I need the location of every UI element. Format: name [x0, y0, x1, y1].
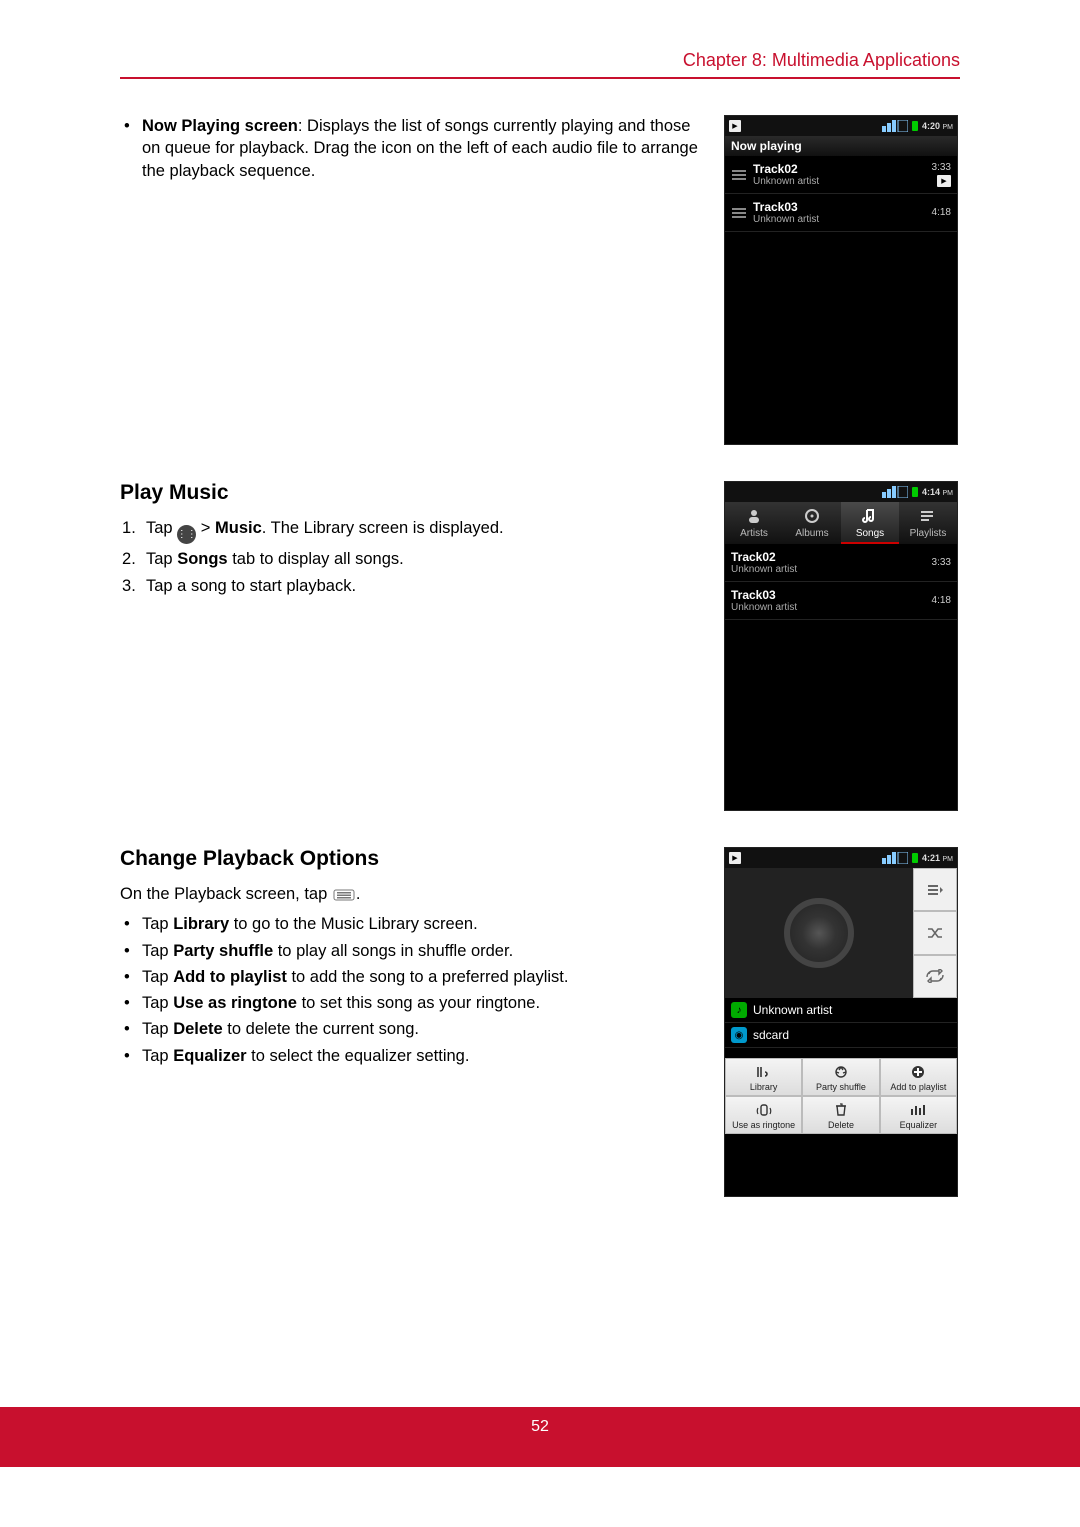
step: Tap ⋮⋮ > Music. The Library screen is di…	[146, 517, 698, 544]
library-icon	[753, 1063, 775, 1081]
track-duration: 4:18	[932, 595, 951, 606]
screenshot-now-playing: ▶ 4:20 PM Now playing Track02 Unknown ar…	[724, 115, 958, 445]
track-row[interactable]: Track02 Unknown artist 3:33 ▶	[725, 156, 957, 194]
clock-time: 4:21 PM	[922, 853, 953, 863]
track-title: Track03	[731, 588, 926, 602]
drag-handle-icon[interactable]	[731, 170, 747, 180]
heading-play-music: Play Music	[120, 481, 698, 505]
menu-library[interactable]: Library	[725, 1058, 802, 1096]
menu-add-playlist[interactable]: Add to playlist	[880, 1058, 957, 1096]
track-duration: 3:33	[932, 162, 951, 173]
step: Tap a song to start playback.	[146, 575, 698, 597]
option-bullet: Tap Add to playlist to add the song to a…	[142, 966, 698, 988]
screenshot-library: 4:14 PM Artists Albums Songs	[724, 481, 958, 811]
signal-icon	[882, 852, 908, 864]
option-bullet: Tap Library to go to the Music Library s…	[142, 913, 698, 935]
menu-icon	[332, 888, 356, 902]
heading-change-playback: Change Playback Options	[120, 847, 698, 871]
chapter-header: Chapter 8: Multimedia Applications	[120, 50, 960, 79]
track-duration: 4:18	[932, 207, 951, 218]
page-number: 52	[531, 1418, 549, 1435]
equalizer-icon	[907, 1101, 929, 1119]
screenshot-playback: ▶ 4:21 PM ♪ Unkn	[724, 847, 958, 1197]
option-bullet: Tap Equalizer to select the equalizer se…	[142, 1045, 698, 1067]
repeat-button[interactable]	[913, 955, 957, 998]
now-playing-bullet: Now Playing screen: Displays the list of…	[142, 115, 698, 182]
clock-time: 4:20 PM	[922, 121, 953, 131]
track-artist: Unknown artist	[731, 564, 926, 575]
ringtone-icon	[753, 1101, 775, 1119]
artist-icon	[743, 506, 765, 526]
track-artist: Unknown artist	[731, 602, 926, 613]
option-bullet: Tap Delete to delete the current song.	[142, 1018, 698, 1040]
menu-ringtone[interactable]: Use as ringtone	[725, 1096, 802, 1134]
tab-artists[interactable]: Artists	[725, 502, 783, 544]
signal-icon	[882, 120, 908, 132]
option-bullet: Tap Party shuffle to play all songs in s…	[142, 940, 698, 962]
queue-button[interactable]	[913, 868, 957, 911]
playlist-icon	[917, 506, 939, 526]
tab-songs[interactable]: Songs	[841, 502, 899, 544]
battery-icon	[912, 121, 918, 131]
battery-icon	[912, 853, 918, 863]
delete-icon	[830, 1101, 852, 1119]
menu-delete[interactable]: Delete	[802, 1096, 879, 1134]
track-row[interactable]: Track02 Unknown artist 3:33	[725, 544, 957, 582]
option-bullet: Tap Use as ringtone to set this song as …	[142, 992, 698, 1014]
page-footer: 52	[0, 1407, 1080, 1467]
intro-line: On the Playback screen, tap .	[120, 883, 698, 905]
album-art	[725, 868, 913, 998]
clock-time: 4:14 PM	[922, 487, 953, 497]
track-artist: Unknown artist	[753, 214, 926, 225]
track-artist: Unknown artist	[753, 176, 926, 187]
artist-icon: ♪	[731, 1002, 747, 1018]
track-row[interactable]: Track03 Unknown artist 4:18	[725, 194, 957, 232]
party-shuffle-icon	[830, 1063, 852, 1081]
menu-party-shuffle[interactable]: Party shuffle	[802, 1058, 879, 1096]
play-indicator-icon: ▶	[729, 852, 741, 864]
options-menu: Library Party shuffle Add to playlist Us…	[725, 1058, 957, 1134]
add-icon	[907, 1063, 929, 1081]
track-row[interactable]: Track03 Unknown artist 4:18	[725, 582, 957, 620]
drag-handle-icon[interactable]	[731, 208, 747, 218]
status-bar: 4:14 PM	[725, 482, 957, 502]
tab-albums[interactable]: Albums	[783, 502, 841, 544]
battery-icon	[912, 487, 918, 497]
now-playing-titlebar: Now playing	[725, 136, 957, 156]
bullet-label: Now Playing screen	[142, 117, 298, 135]
play-indicator-icon: ▶	[729, 120, 741, 132]
album-icon	[801, 506, 823, 526]
status-bar: ▶ 4:21 PM	[725, 848, 957, 868]
menu-equalizer[interactable]: Equalizer	[880, 1096, 957, 1134]
disc-icon: ◉	[731, 1027, 747, 1043]
track-title: Track02	[753, 162, 926, 176]
artist-line[interactable]: ♪ Unknown artist	[725, 998, 957, 1023]
now-playing-icon: ▶	[937, 175, 951, 187]
track-title: Track03	[753, 200, 926, 214]
step: Tap Songs tab to display all songs.	[146, 548, 698, 570]
track-title: Track02	[731, 550, 926, 564]
track-duration: 3:33	[932, 557, 951, 568]
shuffle-button[interactable]	[913, 911, 957, 954]
tab-playlists[interactable]: Playlists	[899, 502, 957, 544]
songs-icon	[859, 506, 881, 526]
signal-icon	[882, 486, 908, 498]
album-line[interactable]: ◉ sdcard	[725, 1023, 957, 1048]
status-bar: ▶ 4:20 PM	[725, 116, 957, 136]
apps-icon: ⋮⋮	[177, 525, 196, 544]
